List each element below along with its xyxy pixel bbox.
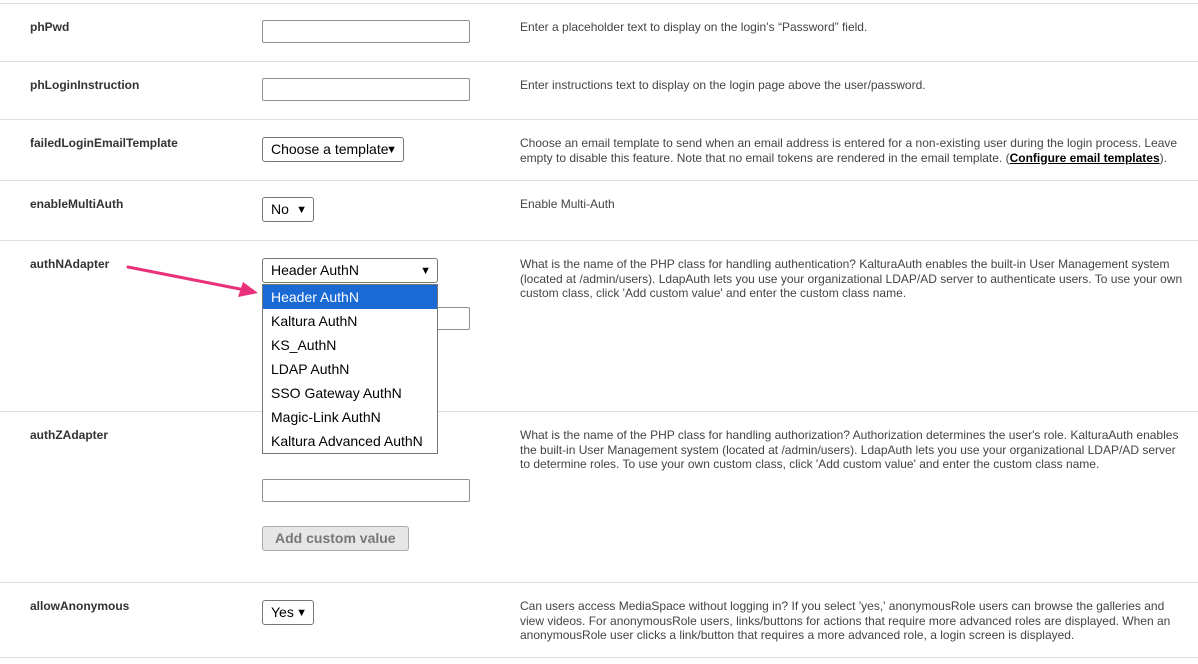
annotation-arrow-icon — [126, 265, 258, 297]
